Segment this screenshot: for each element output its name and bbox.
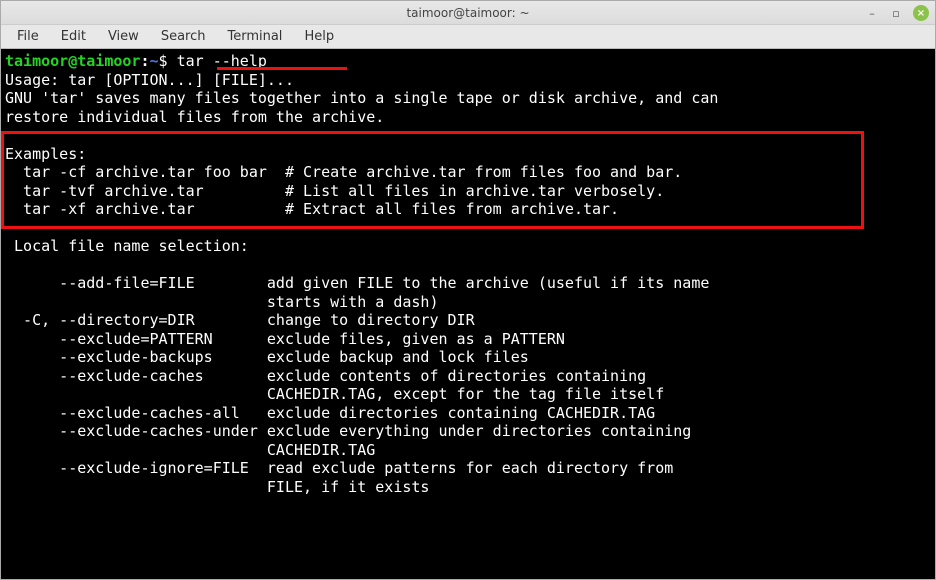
titlebar[interactable]: taimoor@taimoor: ~ – ▫ × xyxy=(1,1,935,25)
menu-terminal[interactable]: Terminal xyxy=(217,27,292,46)
window-title: taimoor@taimoor: ~ xyxy=(406,6,529,20)
output-line: Examples: xyxy=(5,145,86,163)
menubar: File Edit View Search Terminal Help xyxy=(1,25,935,49)
output-line: FILE, if it exists xyxy=(5,478,429,496)
output-line: tar -tvf archive.tar # List all files in… xyxy=(5,182,664,200)
output-line: starts with a dash) xyxy=(5,293,438,311)
output-line: --exclude-caches exclude contents of dir… xyxy=(5,367,646,385)
prompt-userhost: taimoor@taimoor xyxy=(5,52,140,70)
window-controls: – ▫ × xyxy=(865,1,929,25)
output-line: --exclude-caches-under exclude everythin… xyxy=(5,422,691,440)
prompt-dollar: $ xyxy=(159,52,177,70)
close-button[interactable]: × xyxy=(913,5,929,21)
prompt-sep: : xyxy=(140,52,149,70)
output-line: --add-file=FILE add given FILE to the ar… xyxy=(5,274,709,292)
output-line: --exclude-caches-all exclude directories… xyxy=(5,404,655,422)
output-line: --exclude-ignore=FILE read exclude patte… xyxy=(5,459,673,477)
menu-view[interactable]: View xyxy=(98,27,149,46)
annotation-underline xyxy=(217,67,347,70)
terminal-area[interactable]: taimoor@taimoor:~$ tar --help Usage: tar… xyxy=(1,49,935,579)
output-line: --exclude=PATTERN exclude files, given a… xyxy=(5,330,565,348)
minimize-button[interactable]: – xyxy=(865,6,879,20)
output-line: CACHEDIR.TAG, except for the tag file it… xyxy=(5,385,664,403)
menu-search[interactable]: Search xyxy=(151,27,216,46)
output-line: CACHEDIR.TAG xyxy=(5,441,375,459)
output-line: GNU 'tar' saves many files together into… xyxy=(5,89,718,107)
terminal-window: taimoor@taimoor: ~ – ▫ × File Edit View … xyxy=(0,0,936,580)
output-line: -C, --directory=DIR change to directory … xyxy=(5,311,475,329)
output-line: tar -cf archive.tar foo bar # Create arc… xyxy=(5,163,682,181)
prompt-path: ~ xyxy=(150,52,159,70)
menu-help[interactable]: Help xyxy=(294,27,344,46)
maximize-button[interactable]: ▫ xyxy=(889,6,903,20)
output-line: tar -xf archive.tar # Extract all files … xyxy=(5,200,619,218)
output-line: restore individual files from the archiv… xyxy=(5,108,384,126)
output-line: --exclude-backups exclude backup and loc… xyxy=(5,348,529,366)
menu-edit[interactable]: Edit xyxy=(51,27,96,46)
output-line: Usage: tar [OPTION...] [FILE]... xyxy=(5,71,294,89)
menu-file[interactable]: File xyxy=(7,27,49,46)
output-line: Local file name selection: xyxy=(5,237,249,255)
